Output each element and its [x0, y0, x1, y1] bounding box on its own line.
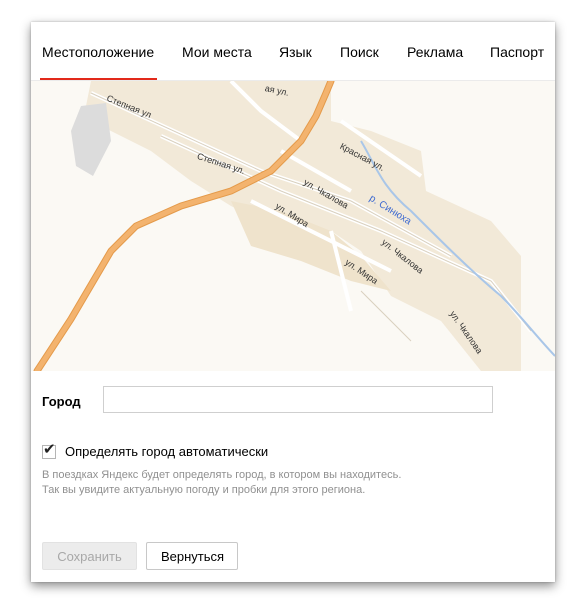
tab-my-places[interactable]: Мои места: [182, 44, 252, 60]
checkmark-icon: ✔: [43, 441, 56, 458]
tab-location[interactable]: Местоположение: [39, 44, 158, 80]
back-button[interactable]: Вернуться: [146, 542, 238, 570]
city-label: Город: [42, 394, 81, 409]
auto-detect-label[interactable]: Определять город автоматически: [65, 444, 268, 459]
tab-search[interactable]: Поиск: [340, 44, 379, 60]
settings-tabs: Местоположение Мои места Язык Поиск Рекл…: [31, 22, 555, 81]
map-drawing: [33, 81, 555, 371]
tab-passport[interactable]: Паспорт: [490, 44, 544, 60]
location-map[interactable]: ая ул. Степная ул Степная ул. Красная ул…: [31, 81, 555, 371]
tab-language[interactable]: Язык: [279, 44, 312, 60]
auto-detect-hint: В поездках Яндекс будет определять город…: [42, 469, 402, 496]
save-button[interactable]: Сохранить: [42, 542, 137, 570]
city-input[interactable]: [103, 386, 493, 413]
tab-ads[interactable]: Реклама: [407, 44, 463, 60]
settings-panel: Местоположение Мои места Язык Поиск Рекл…: [31, 22, 555, 582]
building: [71, 103, 111, 176]
auto-detect-checkbox[interactable]: ✔: [42, 441, 56, 459]
